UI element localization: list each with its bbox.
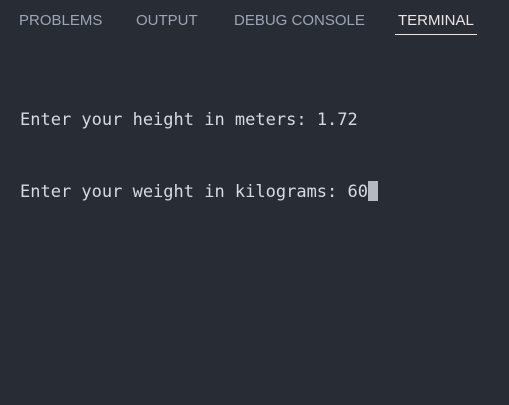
- active-tab-indicator: [395, 34, 477, 35]
- panel-tab-bar: PROBLEMS OUTPUT DEBUG CONSOLE TERMINAL: [0, 0, 509, 40]
- tab-output[interactable]: OUTPUT: [136, 11, 198, 31]
- tab-debug-console[interactable]: DEBUG CONSOLE: [234, 11, 365, 31]
- terminal-panel: PROBLEMS OUTPUT DEBUG CONSOLE TERMINAL E…: [0, 0, 509, 405]
- tab-problems[interactable]: PROBLEMS: [19, 11, 102, 31]
- block-cursor-icon: [368, 181, 378, 201]
- terminal-input-text: 1.72: [316, 110, 358, 130]
- terminal-line: Enter your height in meters: 1.72: [20, 108, 499, 132]
- terminal-output[interactable]: Enter your height in meters: 1.72 Enter …: [20, 60, 499, 395]
- terminal-prompt-text: Enter your height in meters:: [20, 110, 317, 130]
- terminal-prompt-text: Enter your weight in kilograms:: [20, 182, 348, 202]
- terminal-input-text: 60: [347, 182, 368, 202]
- terminal-line: Enter your weight in kilograms: 60: [20, 180, 499, 204]
- tab-terminal[interactable]: TERMINAL: [398, 11, 474, 31]
